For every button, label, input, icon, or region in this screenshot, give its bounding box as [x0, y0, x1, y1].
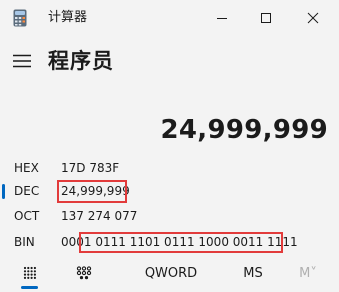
bottom-toolbar: QWORD MS M˅	[0, 258, 339, 292]
minimize-icon	[217, 18, 227, 19]
radix-value-hex: 17D 783F	[61, 161, 120, 175]
minimize-button[interactable]	[199, 0, 245, 36]
calculator-app-icon	[13, 9, 27, 27]
bit-toggle-keypad-icon	[76, 266, 92, 280]
mode-title: 程序员	[48, 49, 114, 73]
radix-value-oct: 137 274 077	[61, 209, 138, 223]
radix-label-bin: BIN	[14, 235, 35, 249]
radix-row-dec[interactable]: DEC 24,999,999	[0, 180, 339, 202]
title-bar: 计算器	[0, 0, 339, 36]
radix-label-oct: OCT	[14, 209, 40, 223]
full-keypad-icon	[23, 266, 36, 279]
active-radix-indicator	[2, 184, 5, 199]
dec-highlight-box	[57, 180, 127, 203]
bit-toggle-keypad-button[interactable]	[72, 258, 96, 288]
radix-row-hex[interactable]: HEX 17D 783F	[0, 157, 339, 179]
app-title: 计算器	[48, 10, 88, 25]
memory-store-button[interactable]: MS	[238, 258, 268, 288]
maximize-icon	[261, 13, 271, 23]
full-keypad-button[interactable]	[18, 258, 42, 288]
close-button[interactable]	[290, 0, 336, 36]
result-display: 24,999,999	[160, 115, 328, 145]
bin-highlight-box	[79, 232, 283, 253]
radix-label-hex: HEX	[14, 161, 39, 175]
keypad-selected-underline	[21, 286, 38, 289]
word-size-button[interactable]: QWORD	[143, 258, 199, 288]
radix-row-oct[interactable]: OCT 137 274 077	[0, 205, 339, 227]
close-icon	[307, 12, 319, 24]
memory-list-button[interactable]: M˅	[293, 258, 323, 288]
radix-label-dec: DEC	[14, 184, 40, 198]
hamburger-icon[interactable]	[12, 54, 32, 68]
maximize-button[interactable]	[243, 0, 289, 36]
